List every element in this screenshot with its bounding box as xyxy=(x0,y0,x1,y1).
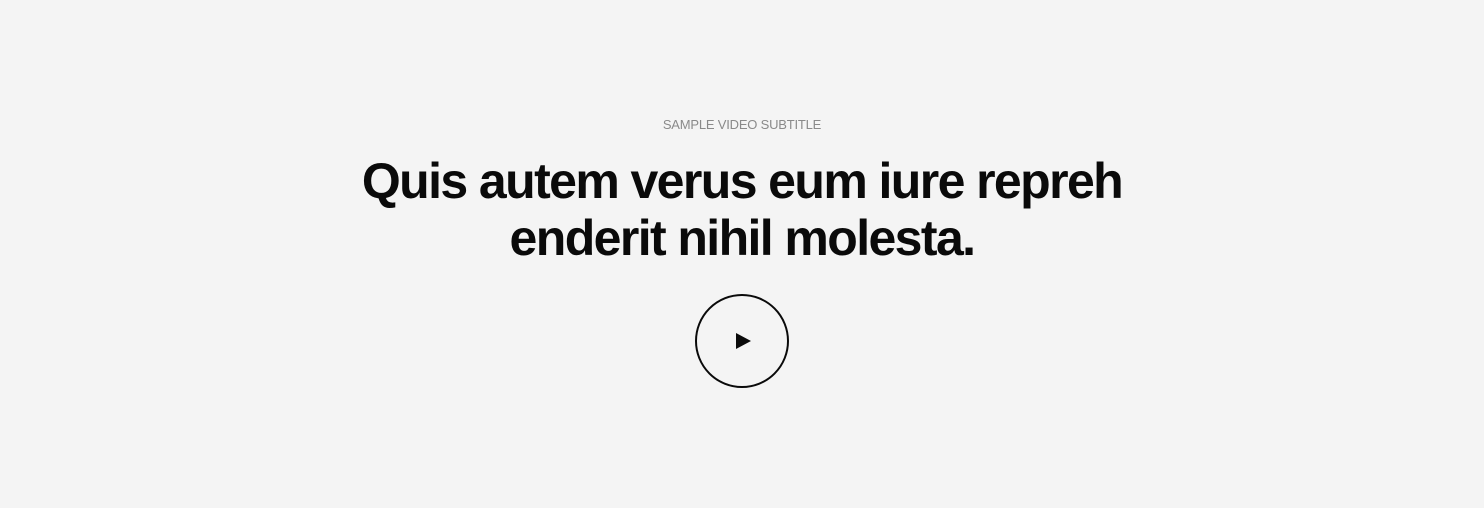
play-video-button[interactable] xyxy=(695,294,789,388)
video-section: SAMPLE VIDEO SUBTITLE Quis autem verus e… xyxy=(0,0,1484,508)
headline-line-1: Quis autem verus eum iure repreh xyxy=(361,153,1124,209)
video-headline: Quis autem verus eum iure repreh enderit… xyxy=(300,153,1184,267)
play-icon xyxy=(736,333,751,349)
video-subtitle: SAMPLE VIDEO SUBTITLE xyxy=(662,117,822,132)
headline-line-2: enderit nihil molesta. xyxy=(509,210,977,266)
